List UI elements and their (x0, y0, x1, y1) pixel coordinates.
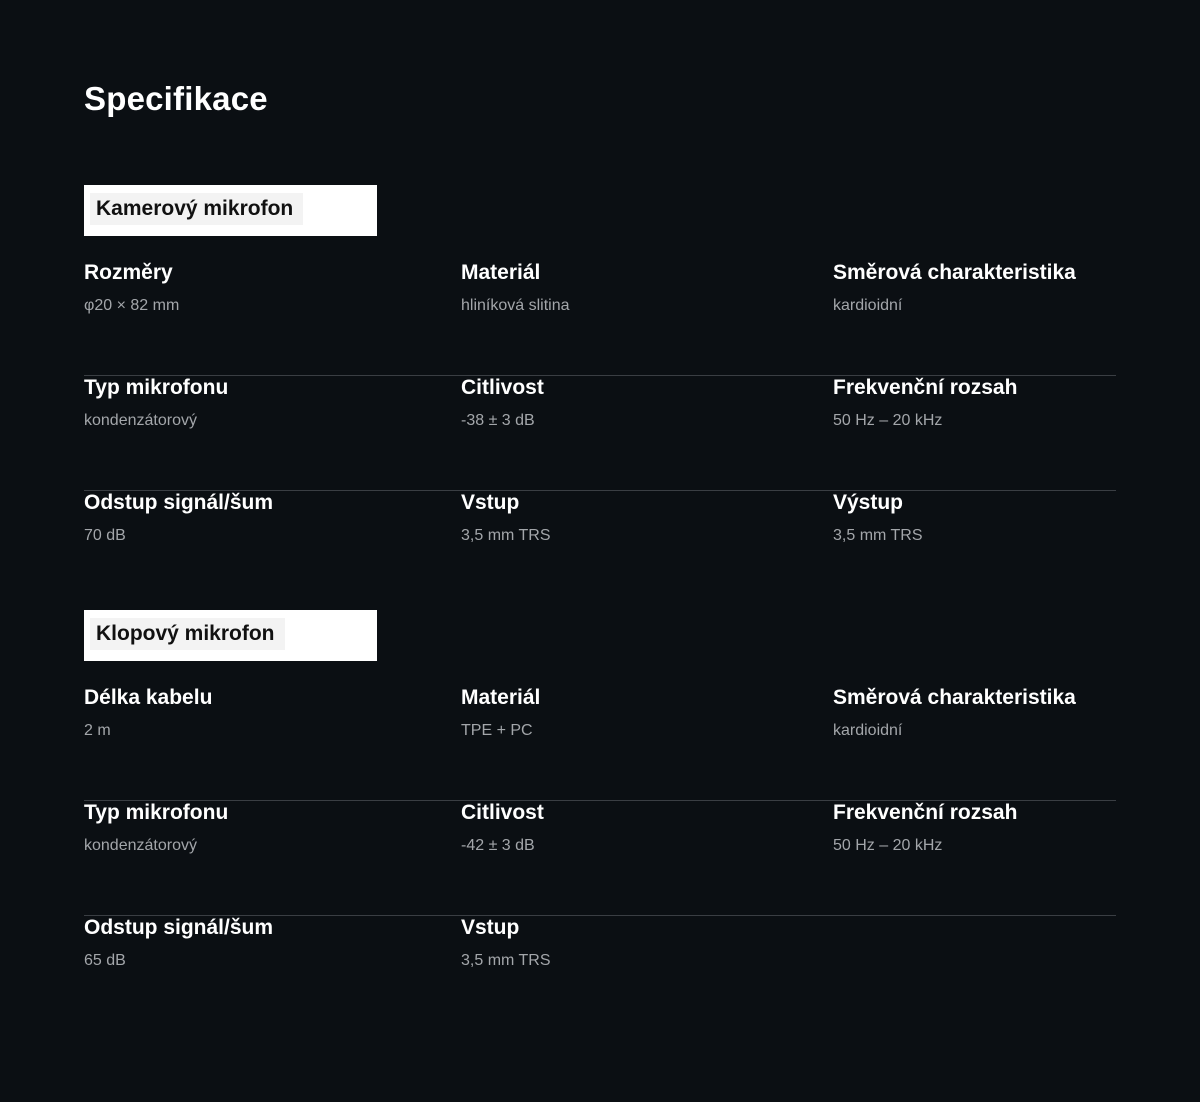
spec-item-snr: Odstup signál/šum 65 dB (84, 915, 273, 971)
spec-label: Směrová charakteristika (833, 686, 1076, 709)
spec-item-material: Materiál TPE + PC (461, 685, 540, 741)
spec-row: Odstup signál/šum 65 dB Vstup 3,5 mm TRS (84, 915, 1116, 1030)
spec-value: 50 Hz – 20 kHz (833, 412, 943, 429)
spec-value: 70 dB (84, 527, 126, 544)
spec-value: 3,5 mm TRS (833, 527, 923, 544)
spec-item-polar-pattern: Směrová charakteristika kardioidní (833, 685, 1076, 741)
spec-value: kardioidní (833, 722, 903, 739)
spec-item-material: Materiál hliníková slitina (461, 260, 570, 316)
spec-row: Délka kabelu 2 m Materiál TPE + PC Směro… (84, 685, 1116, 801)
spec-value: 3,5 mm TRS (461, 952, 551, 969)
spec-value: -42 ± 3 dB (461, 837, 535, 854)
spec-label: Vstup (461, 916, 520, 939)
spec-item-input: Vstup 3,5 mm TRS (461, 490, 551, 546)
spec-label: Odstup signál/šum (84, 916, 274, 939)
spec-value: hliníková slitina (461, 297, 570, 314)
spec-value: kondenzátorový (84, 412, 197, 429)
spec-item-input: Vstup 3,5 mm TRS (461, 915, 551, 971)
spec-label: Výstup (833, 491, 904, 514)
spec-value: TPE + PC (461, 722, 533, 739)
spec-row: Rozměry φ20 × 82 mm Materiál hliníková s… (84, 260, 1116, 376)
spec-label: Frekvenční rozsah (833, 801, 1018, 824)
spec-label: Materiál (461, 261, 541, 284)
spec-label: Typ mikrofonu (84, 376, 229, 399)
spec-item-cable-length: Délka kabelu 2 m (84, 685, 212, 741)
spec-label: Odstup signál/šum (84, 491, 274, 514)
spec-label: Frekvenční rozsah (833, 376, 1018, 399)
spec-item-mic-type: Typ mikrofonu kondenzátorový (84, 375, 228, 431)
spec-label: Vstup (461, 491, 520, 514)
section-badge: Kamerový mikrofon (84, 185, 377, 236)
spec-value: kondenzátorový (84, 837, 197, 854)
page-title: Specifikace (84, 80, 268, 117)
spec-value: 3,5 mm TRS (461, 527, 551, 544)
spec-value: kardioidní (833, 297, 903, 314)
spec-item-polar-pattern: Směrová charakteristika kardioidní (833, 260, 1076, 316)
spec-value: 2 m (84, 722, 111, 739)
spec-label: Materiál (461, 686, 541, 709)
spec-row: Typ mikrofonu kondenzátorový Citlivost -… (84, 375, 1116, 491)
spec-label: Rozměry (84, 261, 173, 284)
spec-label: Směrová charakteristika (833, 261, 1076, 284)
spec-value: 65 dB (84, 952, 126, 969)
spec-item-dimensions: Rozměry φ20 × 82 mm (84, 260, 179, 316)
spec-row: Odstup signál/šum 70 dB Vstup 3,5 mm TRS… (84, 490, 1116, 605)
spec-label: Délka kabelu (84, 686, 213, 709)
spec-item-sensitivity: Citlivost -42 ± 3 dB (461, 800, 544, 856)
spec-row: Typ mikrofonu kondenzátorový Citlivost -… (84, 800, 1116, 916)
section-title: Kamerový mikrofon (90, 193, 304, 225)
section-badge: Klopový mikrofon (84, 610, 377, 661)
spec-label: Typ mikrofonu (84, 801, 229, 824)
section-title: Klopový mikrofon (90, 618, 285, 650)
spec-item-frequency-range: Frekvenční rozsah 50 Hz – 20 kHz (833, 800, 1017, 856)
spec-item-output: Výstup 3,5 mm TRS (833, 490, 923, 546)
spec-label: Citlivost (461, 376, 544, 399)
spec-item-snr: Odstup signál/šum 70 dB (84, 490, 273, 546)
spec-item-mic-type: Typ mikrofonu kondenzátorový (84, 800, 228, 856)
spec-label: Citlivost (461, 801, 544, 824)
spec-item-frequency-range: Frekvenční rozsah 50 Hz – 20 kHz (833, 375, 1017, 431)
spec-item-sensitivity: Citlivost -38 ± 3 dB (461, 375, 544, 431)
spec-value: φ20 × 82 mm (84, 297, 180, 314)
spec-value: -38 ± 3 dB (461, 412, 535, 429)
spec-value: 50 Hz – 20 kHz (833, 837, 943, 854)
